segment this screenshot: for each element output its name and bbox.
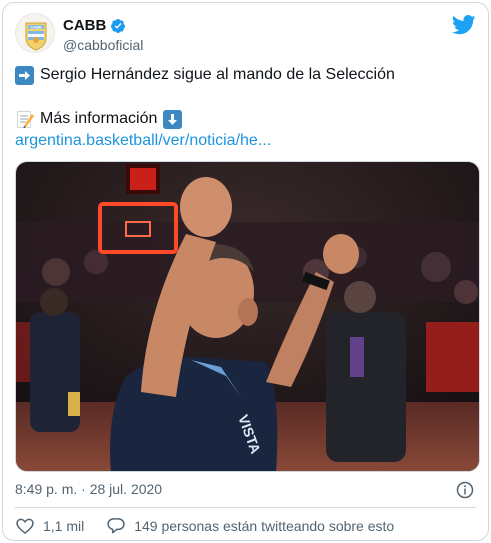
avatar[interactable]: CABB bbox=[15, 13, 55, 53]
verified-badge-icon bbox=[111, 18, 126, 33]
arrow-right-emoji-icon bbox=[15, 65, 34, 85]
coach-celebration-photo: VISTA bbox=[16, 162, 479, 471]
conversation-text: 149 personas están twitteando sobre esto bbox=[134, 518, 395, 534]
like-action[interactable]: 1,1 mil bbox=[15, 516, 84, 536]
memo-emoji-icon bbox=[15, 109, 34, 129]
account-handle[interactable]: @cabboficial bbox=[63, 37, 143, 53]
tweet-line-1: Sergio Hernández sigue al mando de la Se… bbox=[15, 65, 474, 85]
tweet-line-3: argentina.basketball/ver/noticia/he... bbox=[15, 129, 474, 153]
info-icon[interactable] bbox=[456, 481, 474, 499]
arrow-down-emoji-icon bbox=[163, 109, 183, 129]
tweet-header: CABB CABB @cabboficial bbox=[15, 13, 476, 57]
like-count: 1,1 mil bbox=[43, 518, 85, 534]
tweet-meta: 8:49 p. m. · 28 jul. 2020 bbox=[15, 481, 476, 501]
tweet-actions: 1,1 mil 149 personas están twitteando so… bbox=[15, 515, 476, 537]
name-row: CABB bbox=[63, 17, 126, 34]
cabb-shield-logo: CABB bbox=[16, 14, 54, 52]
tweet-card: CABB CABB @cabboficial Sergio Hernández … bbox=[2, 2, 489, 541]
conversation-action[interactable]: 149 personas están twitteando sobre esto bbox=[106, 516, 394, 536]
twitter-bird-icon[interactable] bbox=[452, 15, 476, 35]
tweet-line-2: Más información bbox=[15, 109, 474, 129]
tweet-text: Sergio Hernández sigue al mando de la Se… bbox=[15, 65, 474, 153]
display-name[interactable]: CABB bbox=[63, 17, 106, 34]
heart-icon bbox=[16, 518, 34, 535]
reply-bubble-icon bbox=[107, 518, 125, 534]
tweet-photo[interactable]: VISTA bbox=[15, 161, 480, 472]
tweet-timestamp[interactable]: 8:49 p. m. · 28 jul. 2020 bbox=[15, 481, 162, 497]
more-info-text: Más información bbox=[40, 110, 158, 127]
divider bbox=[15, 507, 476, 508]
news-link[interactable]: argentina.basketball/ver/noticia/he... bbox=[15, 131, 271, 151]
tweet-headline: Sergio Hernández sigue al mando de la Se… bbox=[40, 66, 395, 83]
cabb-logo-text: CABB bbox=[30, 25, 42, 30]
